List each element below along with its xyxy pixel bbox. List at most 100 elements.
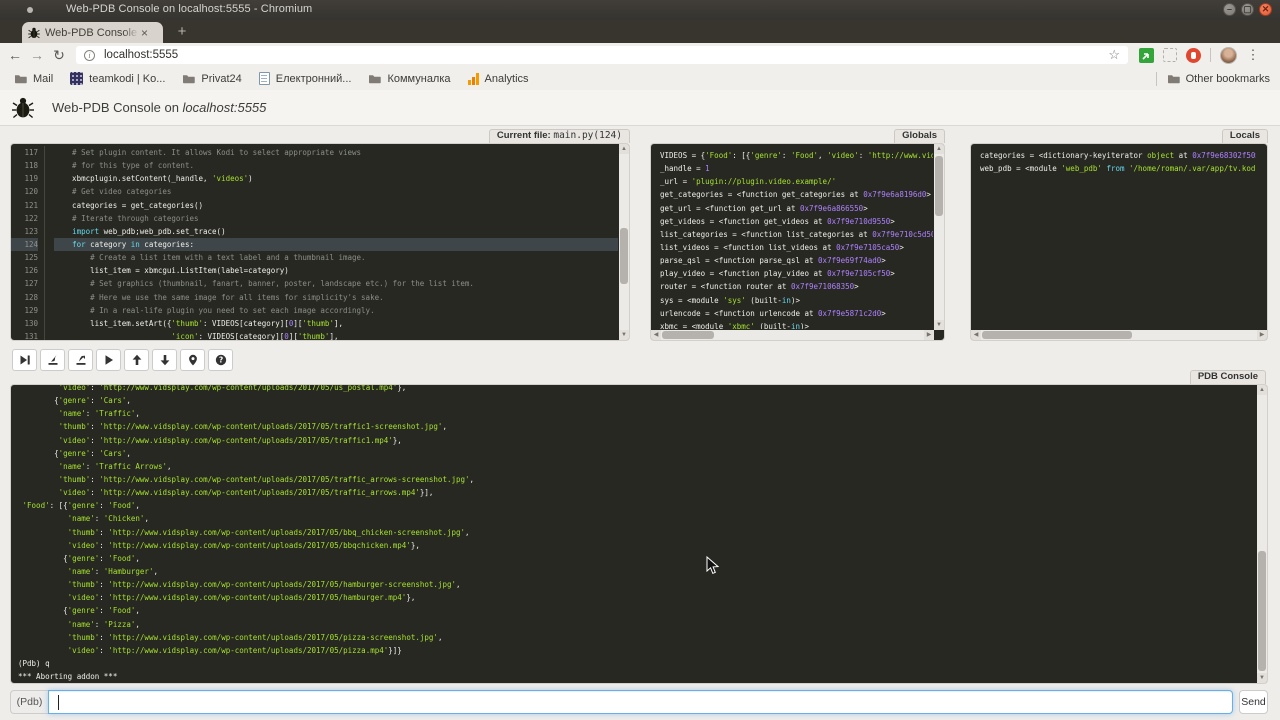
browser-window: Web-PDB Console on localhost:5555 - Chro… [0, 0, 1280, 720]
bookmark-mail[interactable]: Mail [14, 73, 53, 85]
pdb-command-input[interactable] [48, 690, 1233, 714]
scroll-down-icon[interactable]: ▼ [1257, 673, 1267, 683]
svg-text:?: ? [218, 356, 222, 365]
profile-avatar[interactable] [1220, 47, 1237, 64]
pdb-help-button[interactable]: ? [208, 349, 233, 371]
step-forward-icon [19, 354, 31, 366]
globals-horizontal-scrollbar[interactable]: ◀ ▶ [651, 330, 934, 340]
globals-tag: Globals [894, 129, 945, 143]
scrollbar-thumb[interactable] [662, 331, 714, 339]
scroll-down-icon[interactable]: ▼ [619, 330, 629, 340]
new-tab-button[interactable]: + [172, 25, 192, 40]
code-vertical-scrollbar[interactable]: ▲ ▼ [619, 144, 629, 340]
pdb-step-button[interactable] [40, 349, 65, 371]
globals-vertical-scrollbar[interactable]: ▲ ▼ [934, 144, 944, 330]
map-marker-icon [187, 354, 199, 366]
pdb-prompt-row: (Pdb) Send [10, 690, 1268, 714]
scroll-up-icon[interactable]: ▲ [619, 144, 629, 154]
toolbar-separator [1210, 48, 1211, 62]
tab-title: Web-PDB Console on loca [45, 27, 139, 39]
send-button[interactable]: Send [1239, 690, 1268, 714]
pdb-continue-button[interactable] [96, 349, 121, 371]
window-app-dot-icon [27, 7, 33, 13]
window-title: Web-PDB Console on localhost:5555 - Chro… [66, 3, 312, 15]
maximize-button[interactable]: ▢ [1241, 3, 1254, 16]
console-vertical-scrollbar[interactable]: ▲ ▼ [1257, 385, 1267, 683]
page-title: Web-PDB Console on localhost:5555 [52, 100, 266, 115]
source-code: # Set plugin content. It allows Kodi to … [45, 146, 618, 340]
bookmark-label: Analytics [485, 73, 529, 85]
bookmark-elektronnyi[interactable]: Електронний... [259, 72, 352, 85]
scroll-down-icon[interactable]: ▼ [934, 320, 944, 330]
locals-tag: Locals [1222, 129, 1268, 143]
line-number-gutter: 1171181191201211221231241251261271281291… [11, 146, 45, 340]
bookmark-kommunalka[interactable]: Коммуналка [368, 73, 450, 85]
extension-stop-icon[interactable] [1186, 48, 1201, 63]
folder-icon [1167, 73, 1180, 84]
browser-toolbar: ← → ↻ i localhost:5555 ☆ ⋮ [0, 43, 1280, 67]
extension-placeholder-icon[interactable] [1163, 48, 1177, 62]
bookmark-star-icon[interactable]: ☆ [1108, 47, 1120, 63]
pdb-console-tag: PDB Console [1190, 370, 1266, 384]
address-bar[interactable]: i localhost:5555 ☆ [76, 46, 1128, 64]
bookmarks-bar: Mail teamkodi | Ko... Privat24 Електронн… [0, 67, 1280, 90]
tab-webpdb[interactable]: Web-PDB Console on loca × [22, 22, 163, 43]
play-icon [103, 354, 115, 366]
web-pdb-page: Web-PDB Console on localhost:5555 Curren… [0, 90, 1280, 720]
site-info-icon[interactable]: i [84, 50, 95, 61]
globals-content: VIDEOS = {'Food': [{'genre': 'Food', 'vi… [660, 149, 933, 329]
bookmark-teamkodi[interactable]: teamkodi | Ko... [70, 72, 165, 85]
current-file-tag: Current file: main.py(124) [489, 129, 630, 143]
folder-icon [182, 73, 195, 84]
question-icon: ? [215, 354, 227, 366]
scrollbar-thumb[interactable] [982, 331, 1132, 339]
bookmark-analytics[interactable]: Analytics [468, 73, 529, 85]
scroll-up-icon[interactable]: ▲ [934, 144, 944, 154]
back-icon[interactable]: ← [4, 47, 26, 63]
scrollbar-thumb[interactable] [1258, 551, 1266, 671]
reload-icon[interactable]: ↻ [48, 47, 70, 64]
pdb-where-button[interactable] [180, 349, 205, 371]
minimize-button[interactable]: – [1223, 3, 1236, 16]
pdb-next-button[interactable] [12, 349, 37, 371]
page-title-host: localhost:5555 [183, 100, 267, 115]
bookmark-label: Електронний... [276, 73, 352, 85]
debug-toolbar: ? [12, 349, 233, 371]
step-into-icon [47, 354, 59, 366]
window-titlebar: Web-PDB Console on localhost:5555 - Chro… [0, 0, 1280, 20]
extension-green-icon[interactable] [1139, 48, 1154, 63]
pdb-return-button[interactable] [68, 349, 93, 371]
arrow-up-icon [131, 354, 143, 366]
browser-menu-icon[interactable]: ⋮ [1246, 47, 1260, 63]
bookmark-label: Privat24 [201, 73, 241, 85]
scrollbar-thumb[interactable] [620, 228, 628, 284]
scrollbar-thumb[interactable] [935, 156, 943, 216]
other-bookmarks-button[interactable]: Other bookmarks [1167, 73, 1270, 85]
locals-horizontal-scrollbar[interactable]: ◀ ▶ [971, 330, 1267, 340]
bookmark-label: teamkodi | Ko... [89, 73, 165, 85]
arrow-down-icon [159, 354, 171, 366]
scroll-left-icon[interactable]: ◀ [971, 330, 981, 340]
text-caret [58, 695, 59, 710]
folder-icon [14, 73, 27, 84]
tab-strip: Web-PDB Console on loca × + [0, 20, 1280, 43]
analytics-icon [468, 73, 479, 85]
url-text[interactable]: localhost:5555 [104, 49, 178, 61]
globals-panel: VIDEOS = {'Food': [{'genre': 'Food', 'vi… [650, 143, 945, 341]
pdb-up-button[interactable] [124, 349, 149, 371]
bookmark-label: Коммуналка [387, 73, 450, 85]
pdb-down-button[interactable] [152, 349, 177, 371]
tab-title-fade [123, 27, 139, 39]
mouse-cursor [706, 556, 719, 575]
scroll-left-icon[interactable]: ◀ [651, 330, 661, 340]
current-file-panel: 1171181191201211221231241251261271281291… [10, 143, 630, 341]
tab-close-icon[interactable]: × [141, 28, 148, 38]
forward-icon[interactable]: → [26, 47, 48, 63]
bookmark-privat24[interactable]: Privat24 [182, 73, 241, 85]
scroll-up-icon[interactable]: ▲ [1257, 385, 1267, 395]
scroll-right-icon[interactable]: ▶ [924, 330, 934, 340]
page-header: Web-PDB Console on localhost:5555 [0, 90, 1280, 126]
scroll-right-icon[interactable]: ▶ [1257, 330, 1267, 340]
close-button[interactable]: ✕ [1259, 3, 1272, 16]
console-output: 'video': 'http://www.vidsplay.com/wp-con… [18, 384, 1256, 683]
